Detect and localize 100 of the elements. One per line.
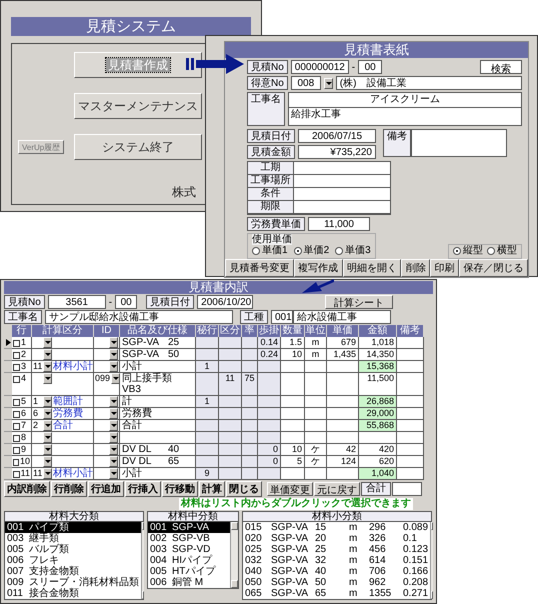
scrollbar[interactable]	[430, 522, 434, 599]
action-button[interactable]: 元に戻す	[314, 482, 360, 496]
list-item[interactable]: 040 SGP-VA 40 m 706 0.166	[243, 566, 430, 577]
list-item[interactable]: 001 SGP-VA	[148, 522, 230, 533]
estimate-number-field[interactable]: 000000012	[290, 60, 349, 74]
checkbox[interactable]	[13, 471, 20, 478]
radio-option[interactable]: 単価3	[335, 245, 371, 257]
customer-code-field[interactable]: 008	[290, 76, 321, 90]
list-item[interactable]: 032 SGP-VA 32 m 614 0.151	[243, 555, 430, 566]
dropdown-button[interactable]	[109, 337, 118, 348]
action-button[interactable]: 単価変更	[267, 482, 313, 496]
text-field[interactable]	[294, 175, 390, 188]
action-button[interactable]: 行挿入	[125, 481, 161, 497]
labor-rate-field[interactable]: 11,000	[308, 217, 370, 231]
checkbox[interactable]	[13, 364, 20, 371]
project-name-field[interactable]: アイスクリーム 給排水工事	[288, 92, 522, 126]
revision-field[interactable]: 00	[115, 295, 138, 309]
dropdown-button[interactable]	[43, 349, 52, 360]
checkbox[interactable]	[13, 411, 20, 418]
radio-option[interactable]: 縦型	[453, 245, 483, 257]
radio-option[interactable]: 横型	[487, 245, 517, 257]
radio-option[interactable]: 単価1	[252, 245, 288, 257]
checkbox[interactable]	[13, 423, 20, 430]
dropdown-button[interactable]	[109, 420, 118, 431]
menu-button[interactable]: マスターメンテナンス	[74, 93, 202, 119]
toolbar-button[interactable]: 保存／閉じる	[459, 259, 528, 277]
checkbox[interactable]	[13, 459, 19, 466]
row-selector[interactable]	[4, 337, 12, 349]
action-button[interactable]: 行削除	[51, 481, 87, 497]
search-button[interactable]: 検索	[480, 60, 522, 74]
dropdown-button[interactable]	[324, 78, 333, 88]
estimate-number-field[interactable]: 3561	[48, 295, 106, 309]
checkbox[interactable]	[13, 399, 20, 406]
column-header: 計算区分	[32, 325, 94, 337]
toolbar-button[interactable]: 削除	[401, 259, 430, 277]
checkbox[interactable]	[13, 435, 20, 442]
action-button[interactable]: 行移動	[162, 481, 198, 497]
dropdown-button[interactable]	[109, 444, 118, 455]
table-cell: 29,000	[359, 408, 397, 420]
list-item[interactable]: 001 パイプ類	[5, 522, 141, 533]
project-name-field[interactable]: サンプル邸給水設備工事	[45, 310, 233, 324]
dropdown-button[interactable]	[43, 396, 52, 407]
amount-field[interactable]: ¥735,220	[298, 145, 376, 159]
toolbar-button[interactable]: 明細を開く	[342, 259, 402, 277]
dropdown-button[interactable]	[43, 337, 52, 348]
dropdown-button[interactable]	[43, 468, 52, 479]
dropdown-button[interactable]	[109, 349, 118, 360]
list-box[interactable]: 001 パイプ類 003 継手類 005 バルブ類 006 フレキ 007 支持金物類 009 スリーブ・消耗材料品類 011 接合金物類	[4, 522, 144, 600]
dropdown-button[interactable]	[43, 444, 52, 455]
toolbar-button[interactable]: 印刷	[430, 259, 460, 277]
calc-sheet-button[interactable]: 計算シート	[325, 295, 393, 309]
work-type-name-field[interactable]: 給水設備工事	[293, 310, 391, 324]
list-item[interactable]: 050 SGP-VA 50 m 962 0.208	[243, 577, 430, 588]
work-type-code-field[interactable]: 001	[271, 310, 293, 324]
checkbox[interactable]	[13, 447, 20, 454]
revision-field[interactable]: 00	[358, 60, 382, 74]
list-item[interactable]: 065 SGP-VA 65 m 1355 0.271	[243, 588, 430, 599]
dropdown-button[interactable]	[109, 456, 118, 467]
radio-option[interactable]: 単価2	[294, 245, 330, 257]
column-header: 行	[12, 325, 32, 337]
checkbox[interactable]	[13, 352, 20, 359]
list-item[interactable]: 015 SGP-VA 15 m 296 0.089	[243, 522, 430, 533]
dropdown-button[interactable]	[43, 373, 52, 384]
list-item[interactable]: 025 SGP-VA 25 m 456 0.123	[243, 544, 430, 555]
dropdown-button[interactable]	[109, 468, 118, 479]
dropdown-button[interactable]	[43, 456, 52, 467]
table-cell: 10	[281, 349, 305, 361]
toolbar-button[interactable]: 見積番号変更	[225, 259, 294, 277]
dropdown-button[interactable]	[109, 408, 118, 419]
list-item[interactable]: 009 スリーブ・消耗材料品類	[5, 577, 141, 588]
list-box[interactable]: 001 SGP-VA 002 SGP-VB 003 SGP-VD 004 HIパイプ 005 HTパイプ 006 銅管 M	[147, 522, 239, 589]
customer-name-field[interactable]: (株) 設備工業	[336, 76, 522, 90]
dropdown-button[interactable]	[43, 361, 52, 372]
menu-button[interactable]: システム終了	[74, 134, 202, 160]
action-button[interactable]: 内訳削除	[4, 481, 50, 497]
checkbox[interactable]	[13, 376, 20, 383]
dropdown-button[interactable]	[109, 432, 118, 443]
action-button[interactable]: 閉じる	[226, 481, 262, 497]
dropdown-button[interactable]	[111, 373, 120, 384]
dropdown-button[interactable]	[43, 408, 52, 419]
action-button[interactable]: 行追加	[88, 481, 124, 497]
checkbox[interactable]	[13, 340, 20, 347]
date-field[interactable]: 2006/10/20	[197, 295, 254, 309]
dropdown-button[interactable]	[43, 420, 52, 431]
toolbar-button[interactable]: 複写作成	[294, 259, 343, 277]
action-button[interactable]: 計算	[199, 481, 225, 497]
text-field[interactable]	[294, 201, 390, 214]
text-field[interactable]	[294, 188, 390, 201]
scrollbar[interactable]	[141, 522, 144, 599]
list-box[interactable]: 015 SGP-VA 15 m 296 0.089 020 SGP-VA 20 m 326 0.1 025 SGP-VA 25 m 456 0.123 032 SGP-VA 32 m 614 0.151 040 SGP-VA 40 m 706 0.166 050 SGP-VA 50 m 962 0.208 065 SGP-VA 65 m 1355 0.271	[242, 522, 432, 600]
remarks-field[interactable]	[411, 129, 507, 157]
column-header: 品名及び仕様	[120, 325, 196, 337]
column-header: 数量	[281, 325, 305, 337]
scrollbar[interactable]	[230, 522, 238, 588]
dropdown-button[interactable]	[109, 361, 118, 372]
total-field[interactable]	[392, 482, 422, 496]
date-field[interactable]: 2006/07/15	[298, 129, 376, 143]
dropdown-button[interactable]	[43, 432, 52, 443]
dropdown-button[interactable]	[109, 396, 118, 407]
text-field[interactable]	[294, 162, 390, 175]
